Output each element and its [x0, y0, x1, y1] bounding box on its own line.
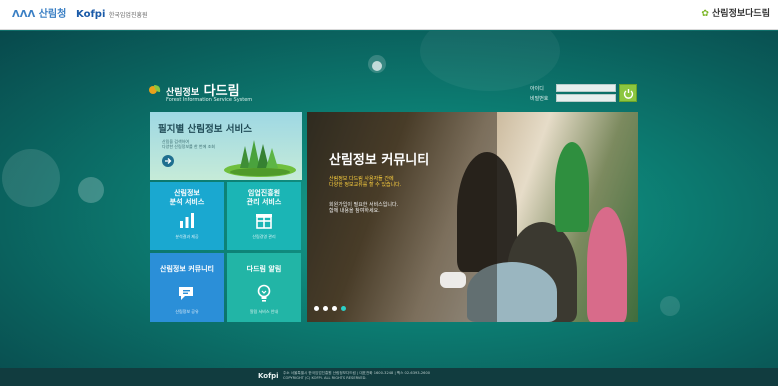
- slide-dot-active[interactable]: [341, 306, 346, 311]
- power-icon: [623, 88, 633, 99]
- forestry-management-title-line: 관리 서비스: [246, 198, 282, 206]
- parcel-forest-info-desc-line: 다양한 산림정보를 한 번에 조회: [162, 144, 215, 149]
- feature-body-line: 함께 내용을 참여하세요.: [329, 208, 380, 214]
- feature-overlay: [307, 112, 497, 322]
- forest-analysis-title-line: 산림정보: [174, 189, 200, 197]
- parcel-forest-info-desc: 산림을 검색하여 다양한 산림정보를 한 번에 조회: [162, 139, 215, 149]
- dadream-alarm-desc: 알림 서비스 안내: [249, 309, 279, 314]
- feature-lead: 산림정보 다드림 사용자들 간에 다양한 정보교류를 할 수 있습니다.: [329, 176, 401, 188]
- forestry-management-service-tile[interactable]: 임업진흥원 관리 서비스 산림경영 관리: [227, 182, 301, 250]
- top-bar: ΛΛΛ 산림청 Kofpi 한국임업진흥원 ✿ 산림정보다드림: [0, 0, 778, 30]
- forest-analysis-service-tile[interactable]: 산림정보 분석 서비스 분석결과 제공: [150, 182, 224, 250]
- forestry-management-title: 임업진흥원 관리 서비스: [227, 189, 301, 207]
- leaf-icon: ✿: [701, 9, 709, 19]
- bar-chart-icon: [150, 210, 224, 230]
- footer-text: 주소 서울특별시 한국임업진흥원 산림정보다드림 | 대표전화 1600-324…: [283, 371, 430, 381]
- password-input[interactable]: [556, 94, 616, 102]
- slide-dot[interactable]: [332, 306, 337, 311]
- arrow-right-icon[interactable]: [162, 155, 174, 167]
- password-label: 비밀번호: [530, 96, 549, 102]
- forest-community-tile[interactable]: 산림정보 커뮤니티 산림정보 공유: [150, 253, 224, 322]
- gift-box-icon: [227, 210, 301, 230]
- login-form: 아이디 비밀번호: [530, 84, 638, 104]
- dadream-alarm-tile[interactable]: 다드림 알림 알림 서비스 안내: [227, 253, 301, 322]
- ministry-logo[interactable]: ΛΛΛ 산림청: [12, 8, 66, 22]
- slide-dot[interactable]: [323, 306, 328, 311]
- forest-analysis-desc: 분석결과 제공: [175, 234, 199, 239]
- site-logo-right-text: 산림정보다드림: [712, 9, 770, 19]
- kofpi-logo-subtext: 한국임업진흥원: [108, 12, 148, 19]
- ministry-logo-text: ΛΛΛ 산림청: [12, 9, 67, 20]
- feature-lead-line: 다양한 정보교류를 할 수 있습니다.: [329, 182, 402, 188]
- forest-analysis-title: 산림정보 분석 서비스: [150, 189, 224, 207]
- decor-orb: [78, 177, 104, 203]
- scene-person-shape: [587, 207, 627, 322]
- leaf-icon: [149, 85, 161, 94]
- forest-analysis-title-line: 분석 서비스: [169, 198, 205, 206]
- forest-community-title: 산림정보 커뮤니티: [160, 265, 214, 273]
- community-feature-banner[interactable]: 산림정보 커뮤니티 산림정보 다드림 사용자들 간에 다양한 정보교류를 할 수…: [307, 112, 638, 322]
- scene-person-shape: [555, 142, 589, 232]
- chat-bubble-icon: [150, 283, 224, 303]
- feature-title: 산림정보 커뮤니티: [329, 153, 430, 168]
- slide-dot[interactable]: [314, 306, 319, 311]
- kofpi-logo-text: Kofpi: [76, 9, 106, 20]
- footer: Kofpi 주소 서울특별시 한국임업진흥원 산림정보다드림 | 대표전화 16…: [0, 368, 778, 386]
- footer-logo: Kofpi: [258, 372, 279, 380]
- id-label: 아이디: [530, 86, 544, 92]
- forestry-management-title-line: 임업진흥원: [247, 189, 281, 197]
- decor-orb: [660, 296, 680, 316]
- decor-orb: [2, 149, 60, 207]
- dadream-alarm-title: 다드림 알림: [246, 265, 282, 273]
- forest-community-desc: 산림정보 공유: [175, 309, 199, 314]
- id-input[interactable]: [556, 84, 616, 92]
- slide-indicator: [314, 306, 346, 311]
- chat-bubble-icon: [440, 272, 466, 288]
- parcel-forest-info-tile[interactable]: 필지별 산림정보 서비스 산림을 검색하여 다양한 산림정보를 한 번에 조회: [150, 112, 302, 180]
- feature-body: 회원가입이 필요한 서비스입니다. 함께 내용을 참여하세요.: [329, 202, 398, 214]
- brand-subtitle: Forest Information Service System: [166, 97, 253, 103]
- lightbulb-icon: [227, 283, 301, 303]
- kofpi-logo[interactable]: Kofpi 한국임업진흥원: [76, 8, 148, 22]
- main-panel: 필지별 산림정보 서비스 산림을 검색하여 다양한 산림정보를 한 번에 조회 …: [150, 112, 638, 322]
- login-button[interactable]: [619, 84, 637, 102]
- decor-orb: [372, 61, 382, 71]
- decor-orb: [420, 31, 560, 91]
- footer-copyright: COPYRIGHT (C) KOFPI. ALL RIGHTS RESERVED…: [283, 376, 367, 380]
- site-logo-right[interactable]: ✿ 산림정보다드림: [701, 7, 770, 21]
- forestry-management-desc: 산림경영 관리: [252, 234, 276, 239]
- forest-island-icon: [224, 140, 296, 177]
